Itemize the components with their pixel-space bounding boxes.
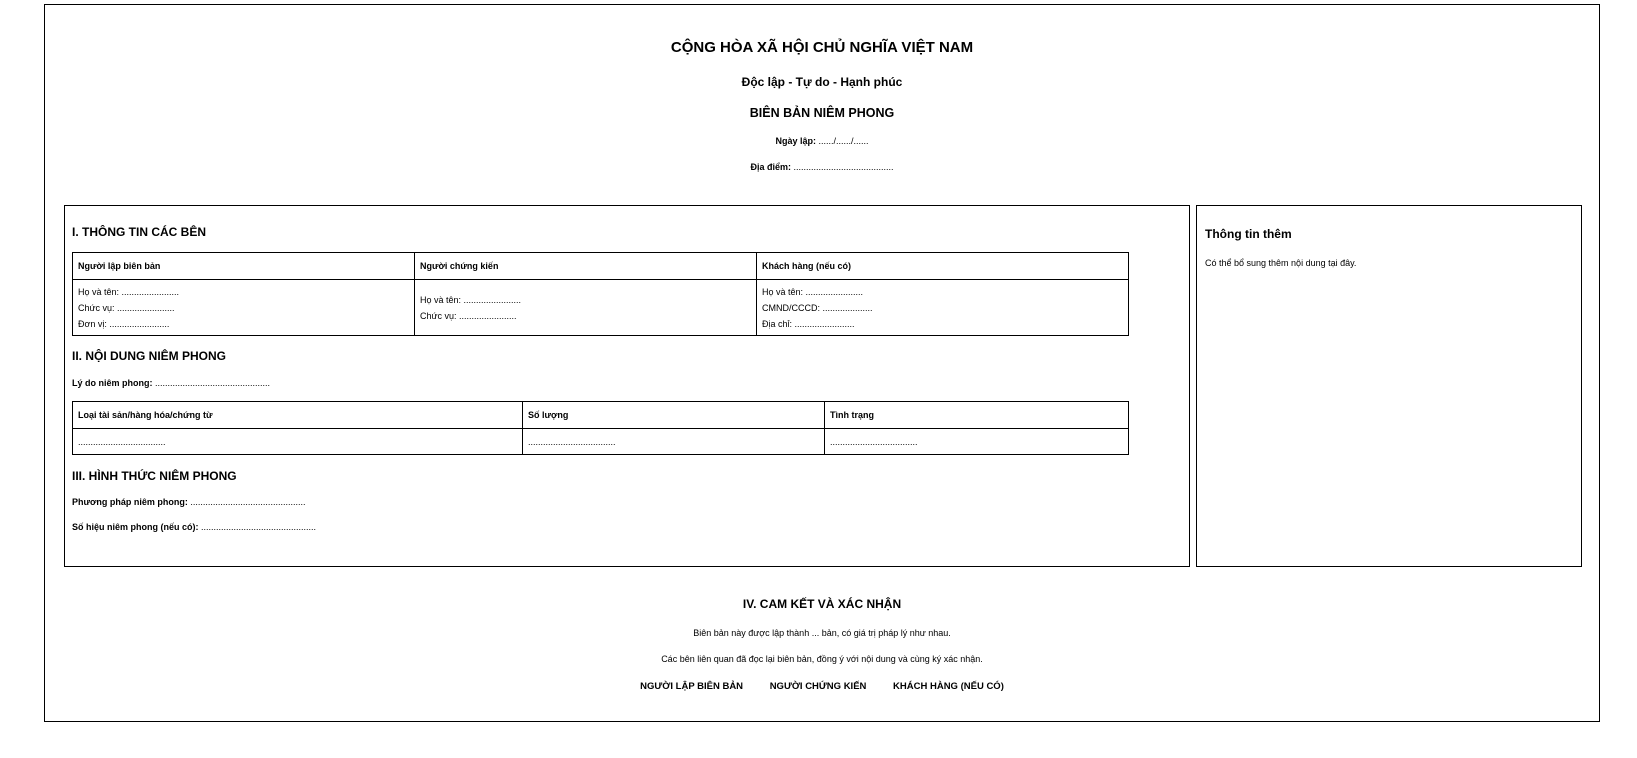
side-info-title: Thông tin thêm [1205, 227, 1292, 241]
witness-position-line: Chức vụ: ....................... [420, 310, 517, 321]
customer-cell: Họ và tên: ....................... CMND/… [756, 279, 1129, 336]
items-data-row: ................................... ....… [72, 428, 1129, 455]
method-value: ........................................… [190, 497, 306, 507]
items-header-row: Loại tài sản/hàng hóa/chứng từ Số lượng … [72, 401, 1129, 429]
seal-number-line: Số hiệu niêm phong (nếu có): ...........… [72, 522, 316, 532]
signer-customer: KHÁCH HÀNG (NẾU CÓ) [893, 681, 1004, 692]
document-title: BIÊN BẢN NIÊM PHONG [749, 106, 895, 120]
method-line: Phương pháp niêm phong: ................… [72, 497, 305, 507]
main-content-panel: I. THÔNG TIN CÁC BÊN Người lập biên bản … [64, 205, 1190, 567]
place-value: ........................................ [793, 162, 894, 172]
items-col-quantity: Số lượng [522, 401, 825, 429]
items-col-status: Tình trạng [824, 401, 1129, 429]
signature-row: NGƯỜI LẬP BIÊN BẢN NGƯỜI CHỨNG KIẾN KHÁC… [45, 681, 1599, 692]
items-type-cell: ................................... [72, 428, 523, 455]
seal-number-label: Số hiệu niêm phong (nếu có): [72, 522, 199, 532]
commitment-line-copies: Biên bản này được lập thành ... bản, có … [693, 628, 951, 638]
side-info-note: Có thể bổ sung thêm nội dung tại đây. [1205, 258, 1357, 268]
commitment-title: IV. CAM KẾT VÀ XÁC NHẬN [742, 597, 902, 611]
reason-value: ........................................… [155, 378, 271, 388]
motto-heading: Độc lập - Tự do - Hạnh phúc [741, 75, 903, 89]
side-info-panel: Thông tin thêm Có thể bổ sung thêm nội d… [1196, 205, 1582, 567]
creator-cell: Họ và tên: ....................... Chức … [72, 279, 415, 336]
parties-col-creator: Người lập biên bản [72, 252, 415, 280]
section-method-title: III. HÌNH THỨC NIÊM PHONG [72, 469, 237, 483]
creator-unit-line: Đơn vị: ........................ [78, 318, 170, 329]
items-table: Loại tài sản/hàng hóa/chứng từ Số lượng … [72, 401, 1129, 455]
items-status-cell: ................................... [824, 428, 1129, 455]
witness-name-line: Họ và tên: ....................... [420, 294, 522, 305]
date-line: Ngày lập: ....../....../...... [45, 136, 1599, 146]
commitment-line-agreement: Các bên liên quan đã đọc lại biên bản, đ… [661, 654, 983, 664]
signer-witness: NGƯỜI CHỨNG KIẾN [769, 681, 867, 692]
place-label: Địa điểm: [750, 162, 791, 172]
reason-line: Lý do niêm phong: ......................… [72, 378, 270, 388]
parties-col-witness: Người chứng kiến [414, 252, 757, 280]
method-label: Phương pháp niêm phong: [72, 497, 188, 507]
reason-label: Lý do niêm phong: [72, 378, 153, 388]
nation-heading: CỘNG HÒA XÃ HỘI CHỦ NGHĨA VIỆT NAM [670, 39, 974, 56]
date-value: ....../....../...... [818, 136, 869, 146]
witness-cell: Họ và tên: ....................... Chức … [414, 279, 757, 336]
creator-name-line: Họ và tên: ....................... [78, 286, 180, 297]
date-label: Ngày lập: [775, 136, 816, 146]
seal-number-value: ........................................… [201, 522, 317, 532]
parties-col-customer: Khách hàng (nếu có) [756, 252, 1129, 280]
signer-creator: NGƯỜI LẬP BIÊN BẢN [640, 681, 744, 692]
section-parties-title: I. THÔNG TIN CÁC BÊN [72, 225, 206, 239]
items-quantity-cell: ................................... [522, 428, 825, 455]
customer-address-line: Địa chỉ: ........................ [762, 318, 855, 329]
parties-header-row: Người lập biên bản Người chứng kiến Khác… [72, 252, 1129, 280]
customer-id-line: CMND/CCCD: .................... [762, 302, 873, 313]
creator-position-line: Chức vụ: ....................... [78, 302, 175, 313]
place-line: Địa điểm: ..............................… [45, 162, 1599, 172]
document-frame: CỘNG HÒA XÃ HỘI CHỦ NGHĨA VIỆT NAM Độc l… [44, 4, 1600, 722]
parties-data-row: Họ và tên: ....................... Chức … [72, 279, 1129, 336]
parties-table: Người lập biên bản Người chứng kiến Khác… [72, 252, 1129, 336]
section-content-title: II. NỘI DUNG NIÊM PHONG [72, 349, 227, 363]
items-col-type: Loại tài sản/hàng hóa/chứng từ [72, 401, 523, 429]
customer-name-line: Họ và tên: ....................... [762, 286, 864, 297]
